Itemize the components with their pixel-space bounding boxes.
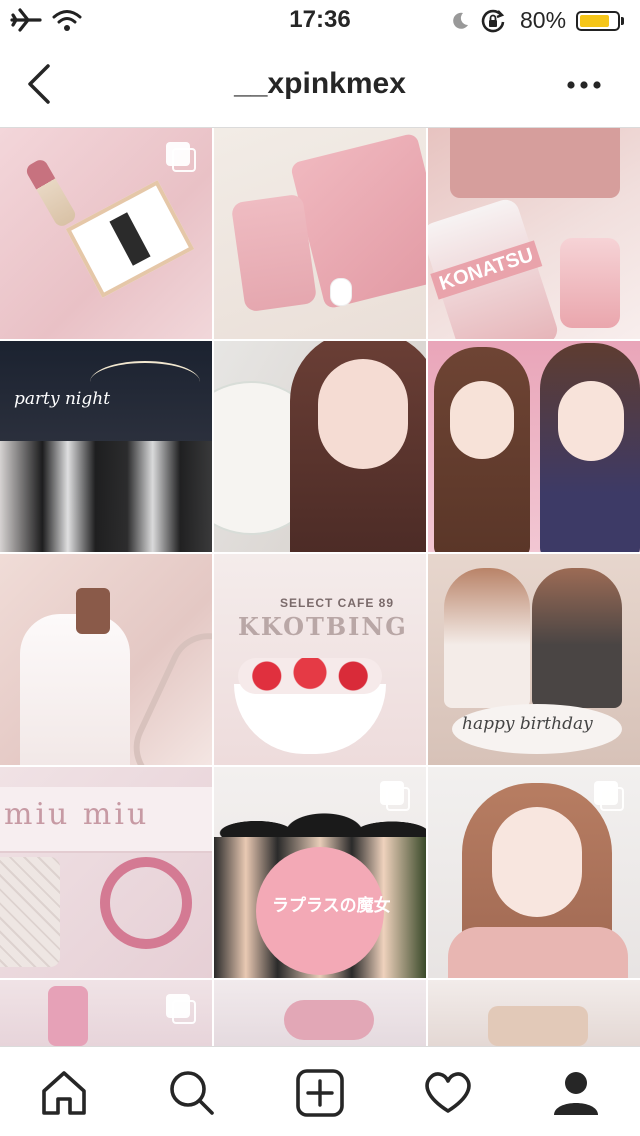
post-partial-2[interactable] (214, 980, 426, 1046)
photo-grid: KONATSU party night SELECT CAFE 89 KKOTB… (0, 128, 640, 1046)
post-party-night[interactable]: party night (0, 341, 212, 552)
glasses-image (48, 986, 88, 1046)
post-selfie-2[interactable] (428, 767, 640, 978)
girl-right-face (558, 381, 624, 461)
mirror-frame-image (120, 620, 212, 765)
party-hats-image (284, 1000, 374, 1040)
phone-image (76, 588, 110, 634)
add-post-icon[interactable] (292, 1065, 348, 1121)
dessert-bowl-image (234, 684, 386, 754)
multi-photo-icon (166, 994, 198, 1026)
post-two-girls[interactable] (428, 341, 640, 552)
heart-icon[interactable] (420, 1065, 476, 1121)
lipstick-image (23, 157, 79, 229)
page-title: __xpinkmex (234, 67, 406, 100)
battery-percent: 80% (520, 7, 567, 33)
post-backpack-phonecase[interactable]: KONATSU (428, 128, 640, 339)
battery-icon (576, 11, 620, 31)
post-halloween-witches[interactable]: ラプラスの魔女 (214, 767, 426, 978)
battery-tip (621, 17, 624, 25)
moon-icon (453, 12, 468, 29)
friend-right-image (532, 568, 622, 708)
strawberries-image (238, 658, 382, 694)
phone-case-text: KONATSU (430, 240, 543, 300)
multi-photo-icon (380, 781, 412, 813)
tab-bar (0, 1046, 640, 1136)
post-selfie-1[interactable] (214, 341, 426, 552)
group-people-image (0, 441, 212, 552)
earphones-image (330, 278, 352, 306)
profile-header: __xpinkmex (0, 40, 640, 128)
perfume-image (560, 238, 620, 328)
backpack-image (450, 128, 620, 198)
friend-left-image (444, 568, 530, 708)
cafe-name-text: SELECT CAFE 89 (280, 596, 395, 610)
selfie2-face-image (492, 807, 582, 917)
party-night-text: party night (14, 389, 111, 409)
post-lipstick-card[interactable] (0, 128, 212, 339)
more-dots-icon[interactable] (562, 70, 608, 100)
multi-photo-icon (594, 781, 626, 813)
happy-birthday-text: happy birthday (462, 714, 593, 734)
search-icon[interactable] (164, 1065, 220, 1121)
post-birthday-cafe[interactable]: happy birthday (428, 554, 640, 765)
cardholder-image (230, 193, 318, 313)
post-laptop-cardholder[interactable] (214, 128, 426, 339)
phone-case-image: KONATSU (428, 196, 561, 339)
selfie-face-image (318, 359, 408, 469)
battery-level (580, 15, 609, 27)
quilted-wallet-image (0, 857, 60, 967)
status-bar: 17:36 80% (0, 0, 640, 40)
post-miumiu-bracelet[interactable]: miu miu (0, 767, 212, 978)
miumiu-box-text: miu miu (4, 797, 150, 832)
selfie2-top-image (448, 927, 628, 978)
orientation-lock-icon (481, 9, 505, 33)
cafe-brand-text: KKOTBING (238, 612, 408, 641)
bracelet-image (100, 857, 192, 949)
post-strawberry-dessert[interactable]: SELECT CAFE 89 KKOTBING (214, 554, 426, 765)
cafe-table-image (488, 1006, 588, 1046)
post-partial-1[interactable] (0, 980, 212, 1046)
girl-left-face (450, 381, 514, 459)
card-image (65, 180, 195, 298)
profile-icon[interactable] (548, 1065, 604, 1121)
post-mirror-selfie[interactable] (0, 554, 212, 765)
witch-sign-text: ラプラスの魔女 (272, 896, 391, 915)
home-icon[interactable] (36, 1065, 92, 1121)
multi-photo-icon (166, 142, 198, 174)
post-partial-3[interactable] (428, 980, 640, 1046)
white-dress-image (20, 614, 130, 765)
